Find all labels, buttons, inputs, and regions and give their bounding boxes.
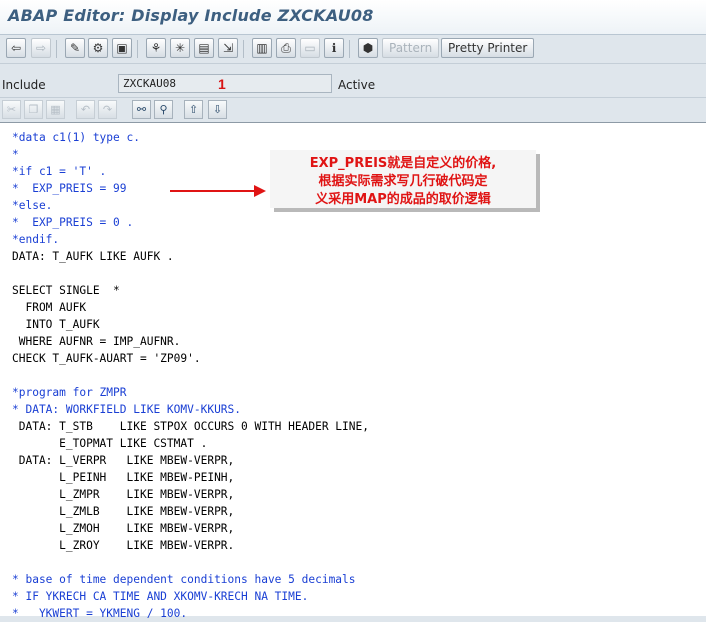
undo-button[interactable]: ↶ [76,100,95,119]
pencil-glasses-icon: ✎ [69,41,81,55]
stop-button[interactable]: ⬢ [358,38,378,58]
editor-toolbar: ✂ ❐ ▦ ↶ ↷ ⚯ ⚲ ⇧ ⇩ [0,97,706,123]
info-icon: ℹ [331,41,337,55]
toolbar-separator [349,40,350,58]
binoculars-next-icon: ⚲ [159,103,168,116]
arrow-right-icon: ⇨ [35,41,47,55]
redo-icon: ↷ [102,103,113,116]
stop-icon: ⬢ [362,41,374,55]
title-bar: ABAP Editor: Display Include ZXCKAU08 [0,0,706,35]
code-line[interactable]: DATA: T_STB LIKE STPOX OCCURS 0 WITH HEA… [12,418,369,435]
include-row: Include ZXCKAU08 Active [0,64,706,96]
paste-button[interactable]: ▦ [46,100,65,119]
toolbar-separator [137,40,138,58]
code-comment-line[interactable]: *program for ZMPR [12,384,369,401]
printer-icon: ⎙ [281,41,291,55]
fullscreen-icon: ▭ [304,41,316,55]
code-line[interactable]: WHERE AUFNR = IMP_AUFNR. [12,333,369,350]
code-line[interactable]: L_ZROY LIKE MBEW-VERPR. [12,537,369,554]
upload-button[interactable]: ⇧ [184,100,203,119]
arrow-left-icon: ⇦ [10,41,22,55]
check-icon: ▣ [116,41,128,55]
code-comment-line[interactable]: * EXP_PREIS = 0 . [12,214,369,231]
code-line[interactable]: DATA: L_VERPR LIKE MBEW-VERPR, [12,452,369,469]
check-button[interactable]: ▣ [112,38,132,58]
upload-icon: ⇧ [188,103,199,116]
download-icon: ⇩ [212,103,223,116]
scissors-icon: ✂ [6,103,17,116]
annotation-marker-number: 1 [218,76,226,92]
code-comment-line[interactable]: * DATA: WORKFIELD LIKE KOMV-KKURS. [12,401,369,418]
find-next-button[interactable]: ⚲ [154,100,173,119]
annotation-line: EXP_PREIS就是自定义的价格, [309,156,497,171]
code-line[interactable] [12,554,369,571]
code-line[interactable]: SELECT SINGLE * [12,282,369,299]
forward-button[interactable]: ⇨ [31,38,51,58]
hierarchy-icon: ▥ [256,41,268,55]
window-title: ABAP Editor: Display Include ZXCKAU08 [8,6,374,25]
code-comment-line[interactable]: *endif. [12,231,369,248]
download-button[interactable]: ⇩ [208,100,227,119]
activate-icon: ⚘ [150,41,162,55]
code-comment-line[interactable]: * YKWERT = YKMENG / 100. [12,605,369,622]
binoculars-icon: ⚯ [136,103,147,116]
toolbar-separator [56,40,57,58]
code-comment-line[interactable]: * base of time dependent conditions have… [12,571,369,588]
code-line[interactable]: E_TOPMAT LIKE CSTMAT . [12,435,369,452]
toolbar-separator [243,40,244,58]
annotation-line: 义采用MAP的成品的取价逻辑 [315,192,491,207]
code-line[interactable] [12,367,369,384]
navigation-icon: ⇲ [222,41,234,55]
code-line[interactable]: DATA: T_AUFK LIKE AUFK . [12,248,369,265]
display-object-list-button[interactable]: ▤ [194,38,214,58]
code-line[interactable]: L_PEINH LIKE MBEW-PEINH, [12,469,369,486]
annotation-arrow-icon [170,185,266,197]
copy-button[interactable]: ❐ [24,100,43,119]
navigation-window-button[interactable]: ⇲ [218,38,238,58]
code-line[interactable]: CHECK T_AUFK-AUART = 'ZP09'. [12,350,369,367]
code-line[interactable]: INTO T_AUFK [12,316,369,333]
fullscreen-button[interactable]: ▭ [300,38,320,58]
paste-icon: ▦ [50,103,61,116]
hierarchy-button[interactable]: ▥ [252,38,272,58]
other-object-button[interactable]: ⚙ [88,38,108,58]
object-list-icon: ▤ [198,41,210,55]
activate-button[interactable]: ⚘ [146,38,166,58]
annotation-line: 根据实际需求写几行破代码定 [318,174,488,189]
pattern-button[interactable]: Pattern [382,38,440,58]
code-line[interactable]: L_ZMLB LIKE MBEW-VERPR, [12,503,369,520]
where-used-icon: ✳ [174,41,186,55]
redo-button[interactable]: ↷ [98,100,117,119]
status-text: Active [338,78,376,92]
code-line[interactable]: L_ZMPR LIKE MBEW-VERPR, [12,486,369,503]
where-used-button[interactable]: ✳ [170,38,190,58]
pretty-printer-button[interactable]: Pretty Printer [441,38,535,58]
back-button[interactable]: ⇦ [6,38,26,58]
print-button[interactable]: ⎙ [276,38,296,58]
code-line[interactable]: L_ZMOH LIKE MBEW-VERPR, [12,520,369,537]
undo-icon: ↶ [80,103,91,116]
copy-icon: ❐ [28,103,39,116]
application-toolbar: ⇦ ⇨ ✎ ⚙ ▣ ⚘ ✳ ▤ ⇲ ▥ ⎙ ▭ ℹ ⬢ Pattern Pretty Printer [0,35,706,64]
display-change-button[interactable]: ✎ [65,38,85,58]
find-button[interactable]: ⚯ [132,100,151,119]
info-button[interactable]: ℹ [324,38,344,58]
code-line[interactable]: FROM AUFK [12,299,369,316]
annotation-callout: EXP_PREIS就是自定义的价格, 根据实际需求写几行破代码定 义采用MAP的… [270,150,536,208]
include-label: Include [2,78,46,92]
object-icon: ⚙ [92,41,104,55]
code-line[interactable] [12,265,369,282]
cut-button[interactable]: ✂ [2,100,21,119]
code-comment-line[interactable]: * IF YKRECH CA TIME AND XKOMV-KRECH NA T… [12,588,369,605]
code-comment-line[interactable]: *data c1(1) type c. [12,129,369,146]
